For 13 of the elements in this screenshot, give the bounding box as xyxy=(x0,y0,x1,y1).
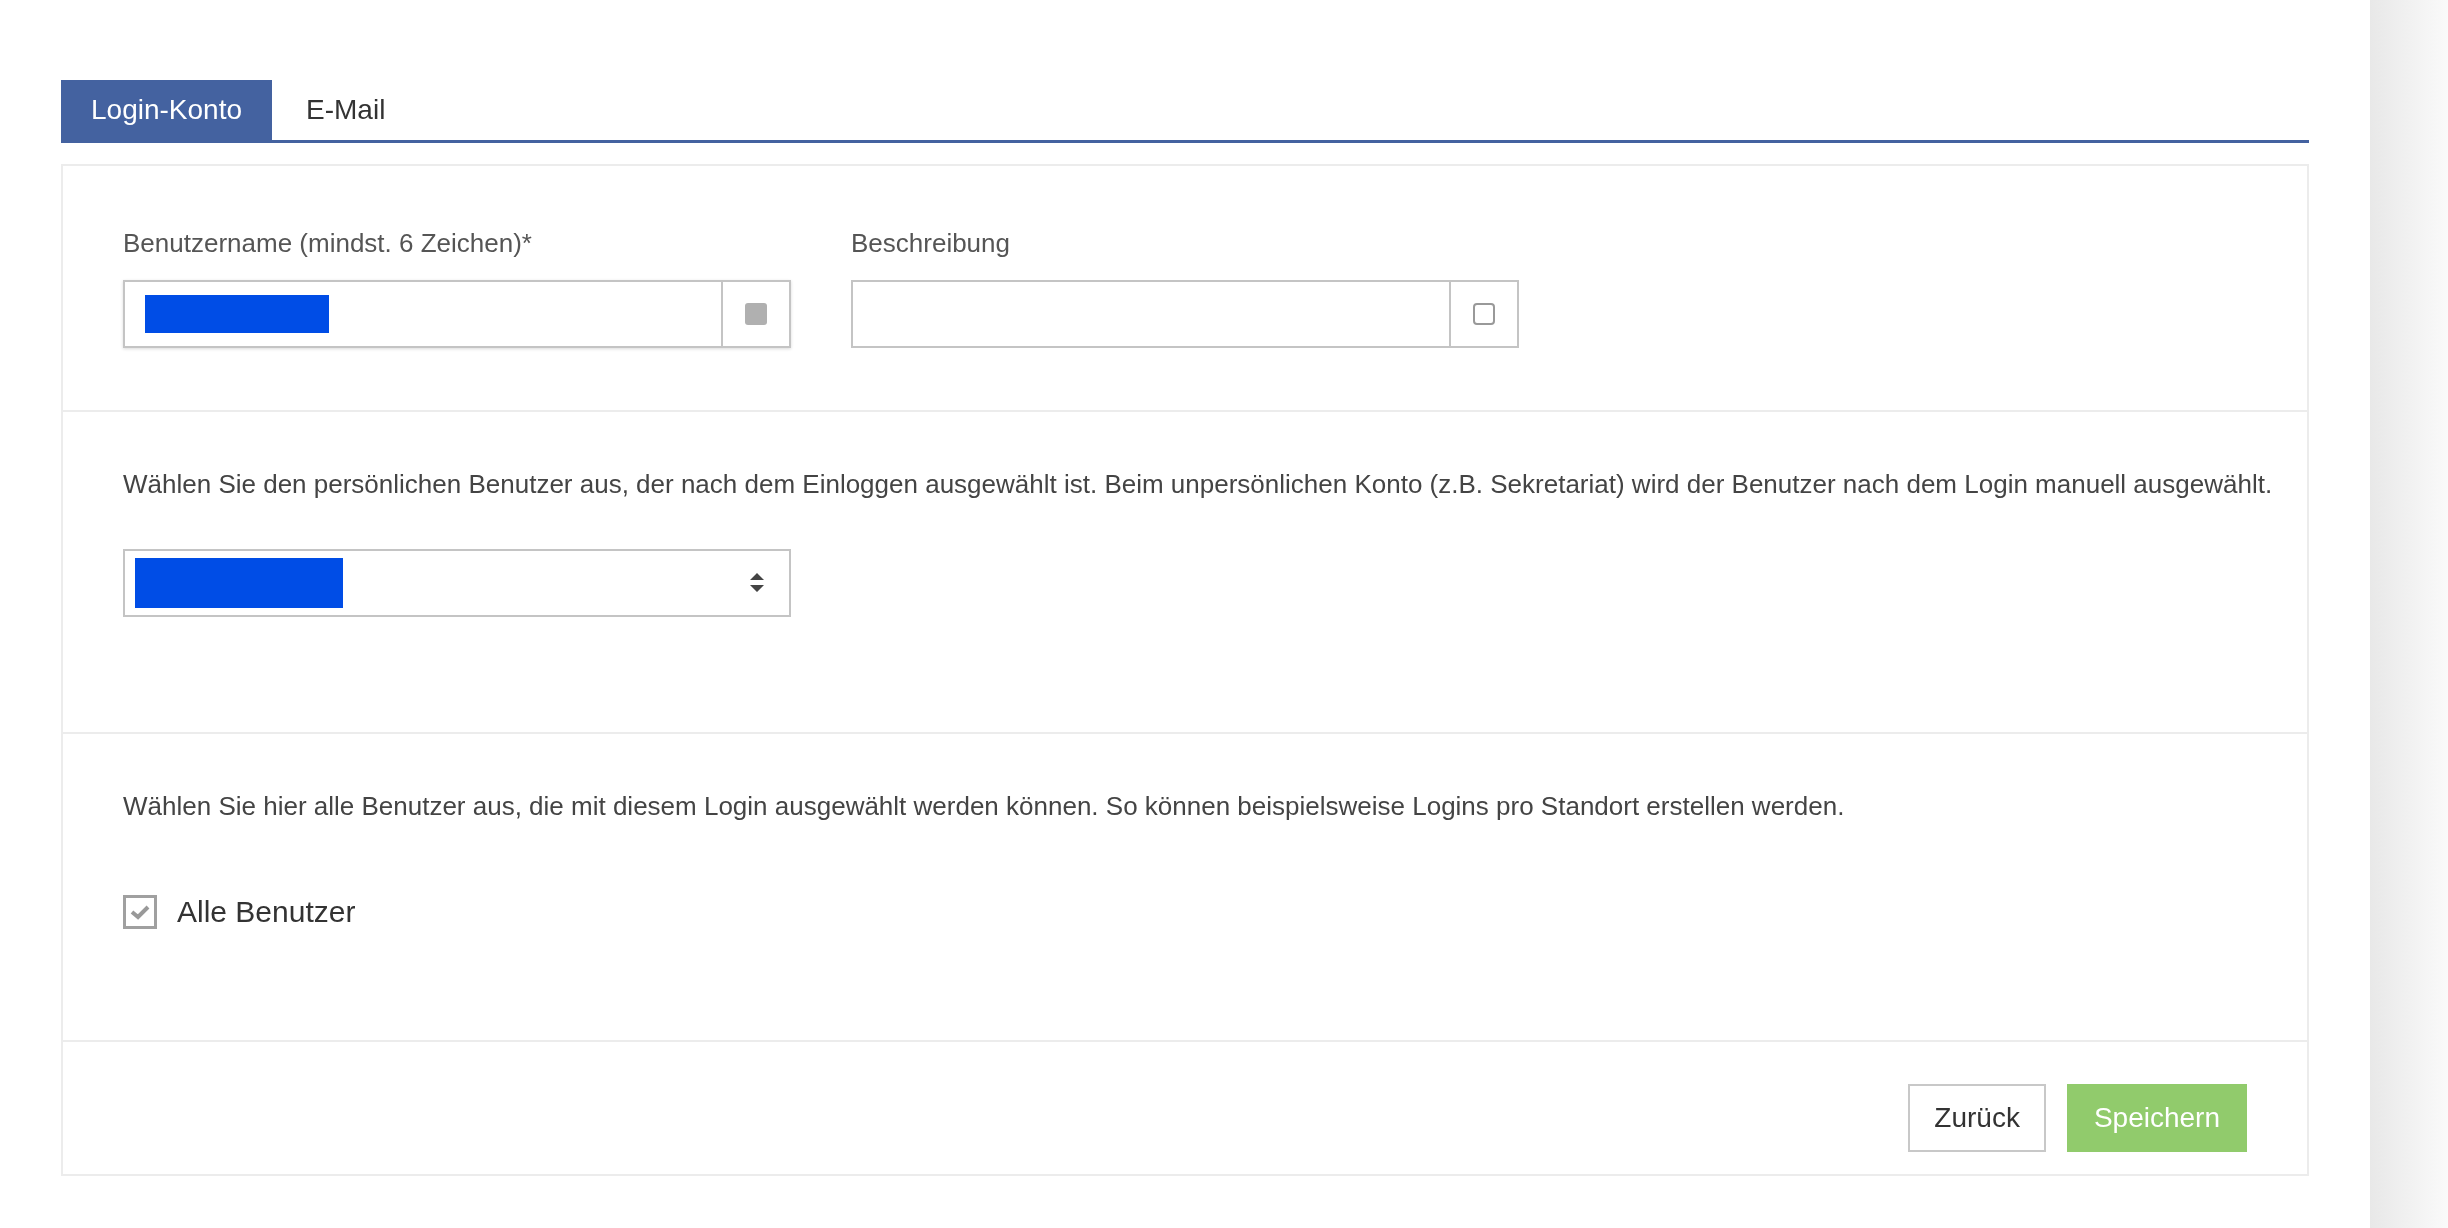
text-input[interactable] xyxy=(123,280,791,348)
tab[interactable]: Login-Konto xyxy=(61,80,272,140)
instruction-text: Wählen Sie den persönlichen Benutzer aus, der nach dem Einloggen ausgewählt ist. Beim unpersönlichen Konto (z.B. Sekretariat) wird der Benutzer nach dem Login manuell ausgewählt. xyxy=(123,468,2273,501)
checkbox-label: Alle Benutzer xyxy=(177,894,356,930)
field-label: Beschreibung xyxy=(851,228,1011,258)
back-button[interactable]: Zurück xyxy=(1908,1084,2046,1152)
instruction-text: Wählen Sie hier alle Benutzer aus, die mit diesem Login ausgewählt werden können. So können beispielsweise Logins pro Standort erstellen werden. xyxy=(123,790,1846,823)
check-icon xyxy=(130,903,150,920)
text-input[interactable] xyxy=(851,280,1519,348)
field-label: Benutzername (mindst. 6 Zeichen)* xyxy=(123,228,533,258)
checkbox[interactable] xyxy=(123,894,157,929)
select-dropdown[interactable] xyxy=(123,549,791,617)
sort-arrows-icon xyxy=(749,572,765,594)
